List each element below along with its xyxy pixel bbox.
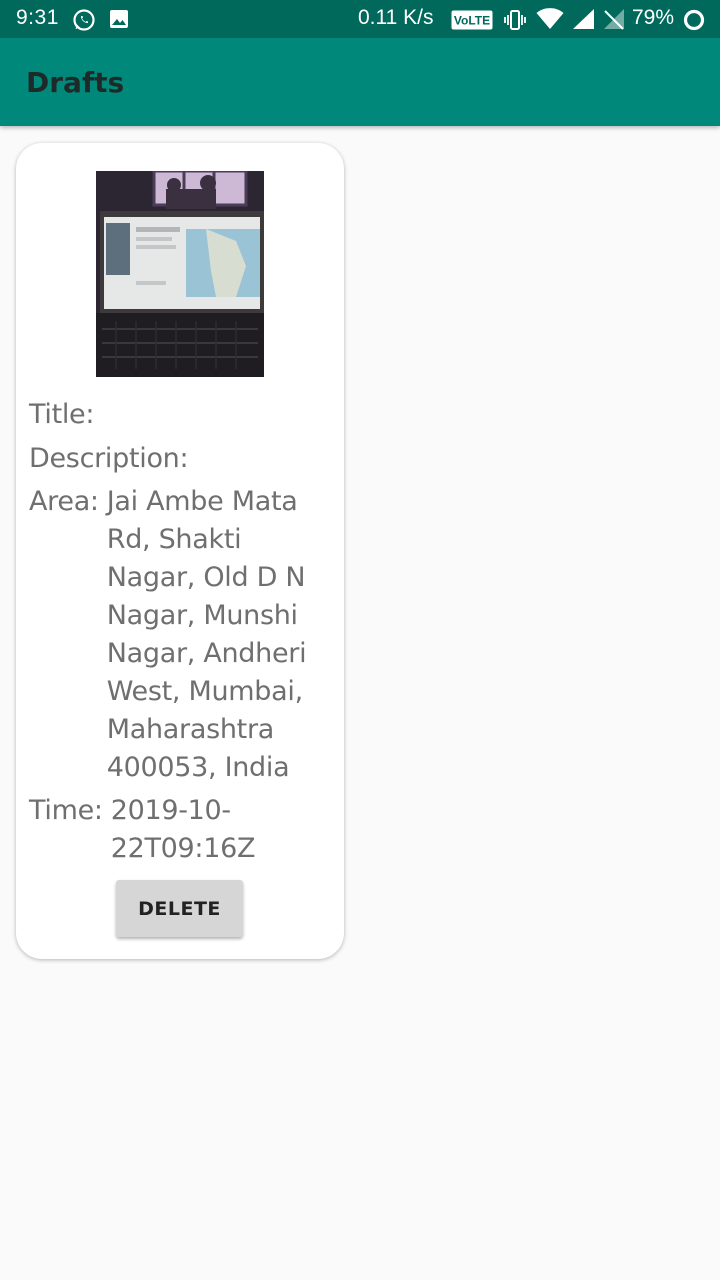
description-label: Description: — [29, 443, 189, 474]
draft-title-row: Title: — [29, 396, 94, 434]
battery-ring-icon — [682, 8, 706, 32]
draft-description-row: Description: — [29, 440, 189, 478]
status-time: 9:31 — [16, 6, 59, 29]
draft-time-row: Time: 2019-10-22T09:16Z — [29, 792, 281, 868]
no-sim-icon — [603, 8, 625, 30]
svg-text:VoLTE: VoLTE — [454, 14, 490, 28]
time-label: Time: — [29, 795, 103, 826]
page-title: Drafts — [26, 66, 125, 99]
draft-photo — [96, 171, 264, 377]
wifi-icon — [536, 8, 564, 30]
vibrate-icon — [503, 8, 527, 32]
delete-button[interactable]: DELETE — [116, 880, 243, 937]
image-icon — [108, 8, 130, 30]
app-bar: Drafts — [0, 38, 720, 126]
draft-card[interactable]: Title: Description: Area: Jai Ambe Mata … — [16, 143, 344, 959]
volte-icon: VoLTE — [451, 10, 493, 30]
network-speed: 0.11 K/s — [358, 6, 434, 29]
time-value: 2019-10-22T09:16Z — [110, 795, 256, 864]
signal-icon — [572, 8, 596, 30]
area-label: Area: — [29, 486, 99, 517]
draft-area-row: Area: Jai Ambe Mata Rd, Shakti Nagar, Ol… — [29, 483, 329, 787]
title-label: Title: — [29, 399, 95, 430]
status-bar: 9:31 0.11 K/s VoLTE 79% — [0, 0, 720, 38]
whatsapp-icon — [72, 8, 96, 32]
area-value: Jai Ambe Mata Rd, Shakti Nagar, Old D N … — [106, 486, 307, 783]
battery-percent: 79% — [632, 6, 675, 29]
